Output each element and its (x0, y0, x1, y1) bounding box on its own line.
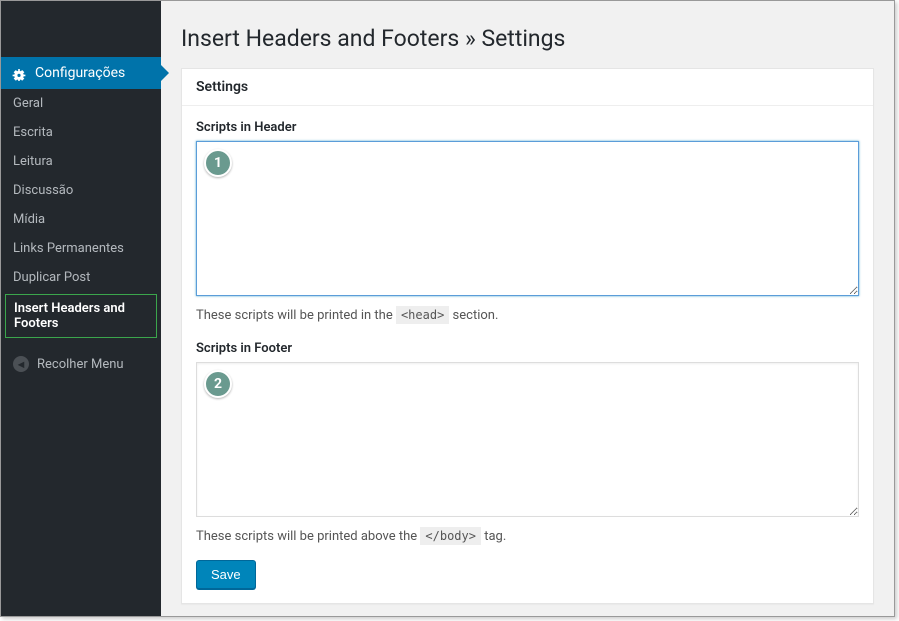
sidebar-item-midia[interactable]: Mídia (1, 205, 161, 234)
panel-header: Settings (182, 69, 873, 106)
header-scripts-wrap: 1 (196, 141, 859, 300)
header-scripts-input[interactable] (196, 141, 859, 296)
header-scripts-desc: These scripts will be printed in the <he… (196, 308, 859, 323)
save-button[interactable]: Save (196, 560, 256, 589)
footer-scripts-wrap: 2 (196, 362, 859, 521)
chevron-left-icon: ◄ (13, 356, 29, 372)
footer-scripts-label: Scripts in Footer (196, 341, 859, 356)
collapse-menu[interactable]: ◄ Recolher Menu (1, 348, 161, 380)
sidebar-item-leitura[interactable]: Leitura (1, 147, 161, 176)
sidebar-section-settings[interactable]: Configurações (1, 57, 161, 89)
sidebar-item-escrita[interactable]: Escrita (1, 118, 161, 147)
head-code-tag: <head> (396, 306, 449, 324)
body-code-tag: </body> (420, 527, 481, 545)
sidebar-section-label: Configurações (35, 65, 125, 81)
page-title: Insert Headers and Footers » Settings (181, 25, 874, 52)
sidebar-item-links-permanentes[interactable]: Links Permanentes (1, 234, 161, 263)
collapse-menu-label: Recolher Menu (37, 357, 124, 372)
app-frame: Configurações Geral Escrita Leitura Disc… (0, 0, 895, 617)
settings-icon (11, 65, 27, 81)
admin-sidebar: Configurações Geral Escrita Leitura Disc… (1, 1, 161, 616)
footer-scripts-desc: These scripts will be printed above the … (196, 529, 859, 544)
annotation-marker-1: 1 (204, 149, 232, 177)
sidebar-item-discussao[interactable]: Discussão (1, 176, 161, 205)
sidebar-item-duplicar-post[interactable]: Duplicar Post (1, 263, 161, 292)
annotation-marker-2: 2 (204, 370, 232, 398)
panel-body: Scripts in Header 1 These scripts will b… (182, 106, 873, 603)
footer-scripts-input[interactable] (196, 362, 859, 517)
sidebar-item-insert-headers-footers[interactable]: Insert Headers and Footers (5, 294, 157, 338)
sidebar-item-geral[interactable]: Geral (1, 89, 161, 118)
settings-panel: Settings Scripts in Header 1 These scrip… (181, 68, 874, 604)
header-scripts-label: Scripts in Header (196, 120, 859, 135)
main-content: Insert Headers and Footers » Settings Se… (161, 1, 894, 616)
